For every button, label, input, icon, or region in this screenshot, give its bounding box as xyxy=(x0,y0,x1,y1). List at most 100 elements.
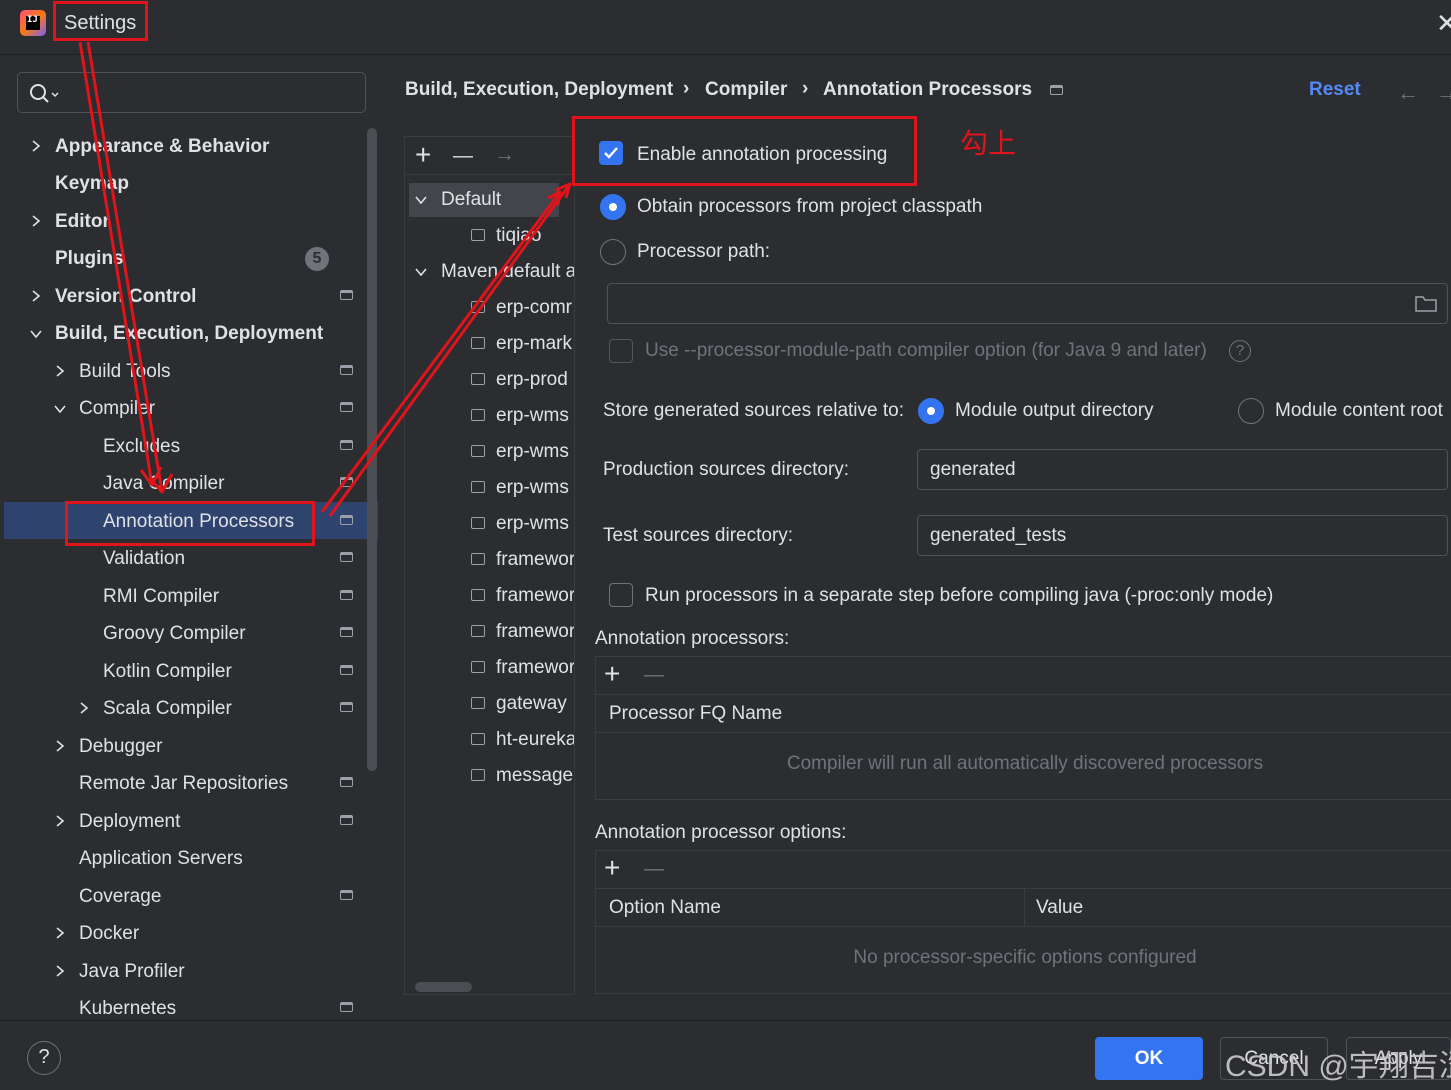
chevron-down-icon[interactable] xyxy=(414,193,428,207)
pin-icon xyxy=(1050,85,1063,95)
module-item[interactable]: gateway xyxy=(496,686,567,722)
module-icon xyxy=(471,697,485,709)
chevron-right-icon[interactable] xyxy=(53,814,67,828)
obtain-classpath-label[interactable]: Obtain processors from project classpath xyxy=(637,196,982,218)
sidebar-item-scala-compiler[interactable]: Scala Compiler xyxy=(103,690,232,727)
sidebar-item-kotlin-compiler[interactable]: Kotlin Compiler xyxy=(103,653,232,690)
sidebar-item-appearance[interactable]: Appearance & Behavior xyxy=(55,128,269,165)
obtain-classpath-radio[interactable] xyxy=(600,194,626,220)
module-item[interactable]: message- xyxy=(496,758,574,794)
module-item[interactable]: erp-comr xyxy=(496,290,572,326)
module-content-radio[interactable] xyxy=(1238,398,1264,424)
sidebar-item-build[interactable]: Build, Execution, Deployment xyxy=(55,315,323,352)
chevron-right-icon[interactable] xyxy=(29,214,43,228)
processor-path-label[interactable]: Processor path: xyxy=(637,241,770,263)
sidebar-item-plugins[interactable]: Plugins xyxy=(55,240,124,277)
profile-default[interactable]: Default xyxy=(441,182,501,218)
sidebar-item-deployment[interactable]: Deployment xyxy=(79,803,180,840)
add-profile-button[interactable]: + xyxy=(415,139,431,171)
reset-link[interactable]: Reset xyxy=(1309,79,1361,101)
sidebar-item-docker[interactable]: Docker xyxy=(79,915,139,952)
enable-annotation-label[interactable]: Enable annotation processing xyxy=(637,144,887,166)
add-option-button[interactable]: + xyxy=(604,852,620,884)
module-item[interactable]: erp-wms xyxy=(496,434,569,470)
ok-button[interactable]: OK xyxy=(1095,1037,1203,1080)
profiles-horizontal-scrollbar[interactable] xyxy=(415,982,472,992)
close-icon[interactable]: ✕ xyxy=(1436,8,1451,39)
sidebar-item-build-tools[interactable]: Build Tools xyxy=(79,353,171,390)
sidebar-item-editor[interactable]: Editor xyxy=(55,203,110,240)
module-item[interactable]: framewor xyxy=(496,650,574,686)
module-item[interactable]: erp-wms xyxy=(496,398,569,434)
processor-path-input[interactable] xyxy=(607,283,1448,324)
chevron-down-icon[interactable] xyxy=(414,265,428,279)
sidebar-scrollbar[interactable] xyxy=(367,128,377,771)
sidebar-item-excludes[interactable]: Excludes xyxy=(103,428,180,465)
module-output-radio[interactable] xyxy=(918,398,944,424)
chevron-right-icon[interactable] xyxy=(53,964,67,978)
module-item[interactable]: erp-mark xyxy=(496,326,572,362)
search-icon xyxy=(30,84,59,103)
option-value-header[interactable]: Value xyxy=(1036,897,1083,919)
module-item[interactable]: erp-prod xyxy=(496,362,568,398)
module-item[interactable]: framewor xyxy=(496,578,574,614)
module-icon xyxy=(471,481,485,493)
chevron-down-icon[interactable] xyxy=(53,402,67,416)
sidebar-item-remote-jar[interactable]: Remote Jar Repositories xyxy=(79,765,288,802)
processor-fq-name-header[interactable]: Processor FQ Name xyxy=(596,695,1451,733)
prod-dir-label: Production sources directory: xyxy=(603,459,850,480)
processor-path-radio[interactable] xyxy=(600,239,626,265)
back-arrow-icon[interactable]: ← xyxy=(1397,80,1419,106)
sidebar-item-java-compiler[interactable]: Java Compiler xyxy=(103,465,224,502)
profiles-panel: + — → Default tiqiao Maven default a erp… xyxy=(404,136,575,995)
settings-search-input[interactable] xyxy=(17,72,366,113)
pin-icon xyxy=(340,290,353,300)
processors-table-toolbar: + — xyxy=(596,657,1451,695)
forward-arrow-icon[interactable]: → xyxy=(1436,80,1451,106)
chevron-right-icon[interactable] xyxy=(53,926,67,940)
module-item[interactable]: framewor xyxy=(496,614,574,650)
module-item[interactable]: erp-wms xyxy=(496,470,569,506)
module-content-label[interactable]: Module content root xyxy=(1275,400,1451,422)
add-processor-button[interactable]: + xyxy=(604,658,620,690)
sidebar-item-java-profiler[interactable]: Java Profiler xyxy=(79,953,185,990)
breadcrumb-compiler[interactable]: Compiler xyxy=(705,79,787,101)
sidebar-item-compiler[interactable]: Compiler xyxy=(79,390,155,427)
chevron-right-icon[interactable] xyxy=(53,364,67,378)
chevron-down-icon[interactable] xyxy=(29,327,43,341)
sidebar-item-version-control[interactable]: Version Control xyxy=(55,278,196,315)
chevron-right-icon[interactable] xyxy=(29,289,43,303)
sidebar-item-groovy-compiler[interactable]: Groovy Compiler xyxy=(103,615,246,652)
module-item[interactable]: ht-eureka xyxy=(496,722,574,758)
option-name-header[interactable]: Option Name xyxy=(609,897,721,919)
test-dir-input[interactable]: generated_tests xyxy=(917,515,1448,556)
chevron-right-icon[interactable] xyxy=(77,701,91,715)
pin-icon xyxy=(340,402,353,412)
module-item[interactable]: framewor xyxy=(496,542,574,578)
module-item[interactable]: erp-wms xyxy=(496,506,569,542)
help-button[interactable]: ? xyxy=(27,1041,61,1075)
remove-profile-button[interactable]: — xyxy=(453,145,473,168)
annotation-settings-box xyxy=(53,1,148,41)
sidebar-item-rmi-compiler[interactable]: RMI Compiler xyxy=(103,578,219,615)
help-icon[interactable]: ? xyxy=(1229,340,1251,362)
module-path-checkbox[interactable] xyxy=(609,339,633,363)
prod-dir-input[interactable]: generated xyxy=(917,449,1448,490)
sidebar-item-debugger[interactable]: Debugger xyxy=(79,728,162,765)
module-output-label[interactable]: Module output directory xyxy=(955,400,1154,422)
sidebar-item-keymap[interactable]: Keymap xyxy=(55,165,129,202)
breadcrumb-build[interactable]: Build, Execution, Deployment xyxy=(405,79,673,101)
remove-processor-button[interactable]: — xyxy=(644,664,664,687)
module-tiqiao[interactable]: tiqiao xyxy=(496,218,541,254)
run-separate-label[interactable]: Run processors in a separate step before… xyxy=(645,585,1273,607)
enable-annotation-checkbox[interactable] xyxy=(599,141,623,165)
chevron-right-icon[interactable] xyxy=(29,139,43,153)
remove-option-button[interactable]: — xyxy=(644,858,664,881)
chevron-right-icon[interactable] xyxy=(53,739,67,753)
profile-maven-default[interactable]: Maven default a xyxy=(441,254,574,290)
run-separate-checkbox[interactable] xyxy=(609,583,633,607)
folder-icon[interactable] xyxy=(1414,293,1438,313)
sidebar-item-app-servers[interactable]: Application Servers xyxy=(79,840,243,877)
sidebar-item-coverage[interactable]: Coverage xyxy=(79,878,161,915)
move-to-profile-button[interactable]: → xyxy=(494,143,515,167)
